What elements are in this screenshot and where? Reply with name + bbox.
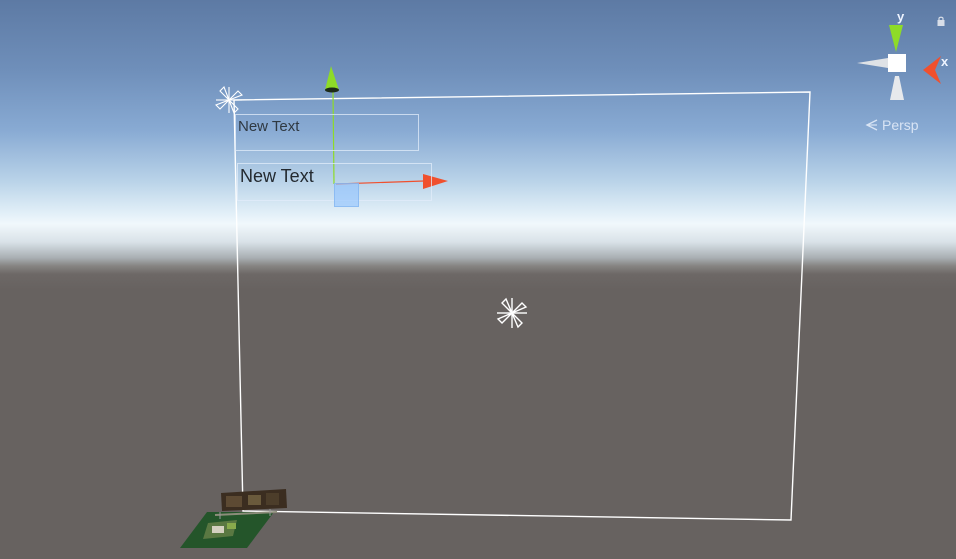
scene-object[interactable] — [180, 489, 287, 548]
move-plane-handle[interactable] — [334, 183, 359, 207]
lock-icon[interactable] — [936, 16, 946, 26]
canvas-outline[interactable] — [233, 91, 811, 521]
projection-label: Persp — [882, 117, 919, 133]
perspective-icon — [865, 119, 878, 131]
canvas-text-2: New Text — [240, 166, 314, 186]
move-y-arrow-base — [325, 87, 339, 93]
scene-overlay — [180, 66, 811, 548]
canvas-anchor-icon — [215, 86, 243, 114]
pivot-icon[interactable] — [496, 297, 528, 329]
canvas-text-1: New Text — [238, 118, 300, 135]
gizmo-y-label: y — [897, 9, 905, 24]
move-y-arrow-icon[interactable] — [325, 66, 339, 90]
canvas-text-box-1[interactable]: New Text — [235, 114, 419, 151]
gizmo-x-label: x — [941, 54, 949, 69]
projection-toggle[interactable]: Persp — [864, 117, 919, 133]
scene-view[interactable]: New Text New Text y x Persp — [0, 0, 956, 559]
orientation-gizmo[interactable]: y x — [850, 8, 956, 112]
